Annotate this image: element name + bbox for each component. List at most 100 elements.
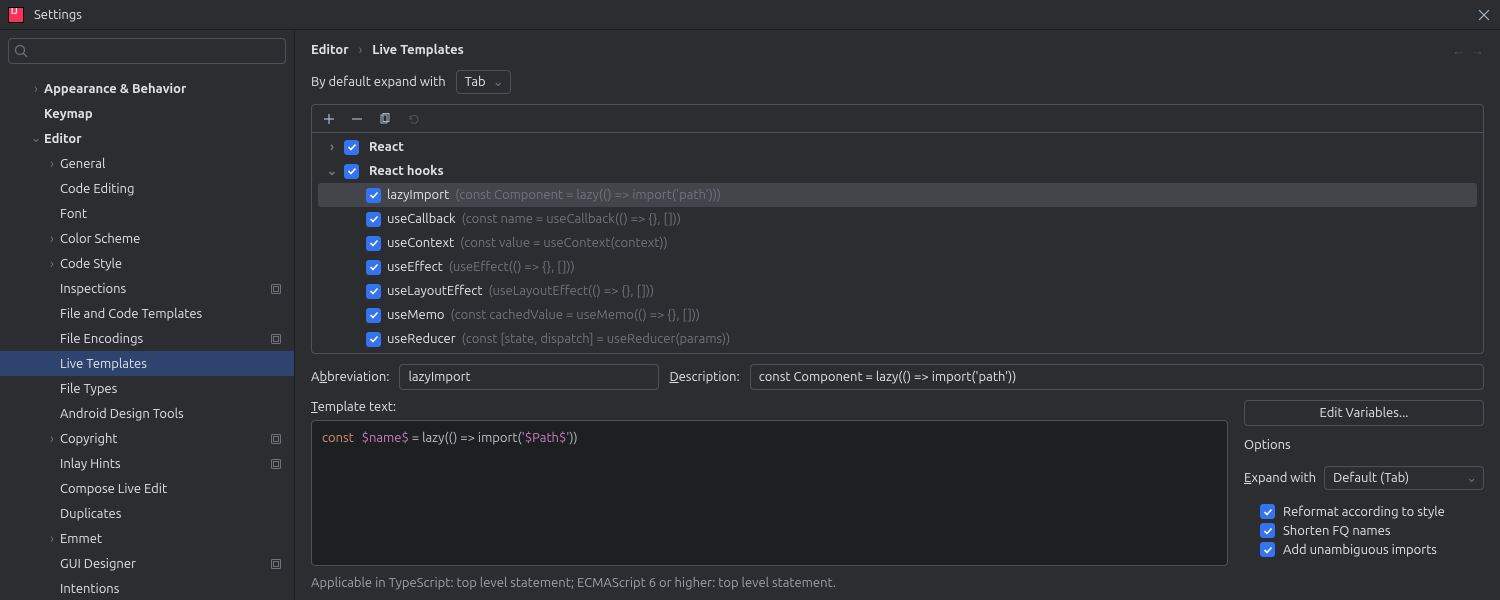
checkbox[interactable] bbox=[366, 308, 381, 323]
expand-with-option-select[interactable]: Default (Tab) ⌄ bbox=[1324, 466, 1484, 490]
sidebar-item-code-style[interactable]: ›Code Style bbox=[0, 251, 294, 276]
sidebar-item-file-and-code-templates[interactable]: File and Code Templates bbox=[0, 301, 294, 326]
checkbox[interactable] bbox=[366, 284, 381, 299]
sidebar-item-label: Duplicates bbox=[60, 507, 284, 521]
description-label: Description: bbox=[669, 370, 739, 384]
sidebar-item-android-design-tools[interactable]: Android Design Tools bbox=[0, 401, 294, 426]
copy-button[interactable] bbox=[374, 108, 396, 130]
sidebar-item-general[interactable]: ›General bbox=[0, 151, 294, 176]
settings-sidebar: ›Appearance & BehaviorKeymap⌄Editor›Gene… bbox=[0, 30, 295, 600]
sidebar-item-font[interactable]: Font bbox=[0, 201, 294, 226]
sidebar-item-inlay-hints[interactable]: Inlay Hints bbox=[0, 451, 294, 476]
checkbox[interactable] bbox=[366, 332, 381, 347]
sidebar-item-editor[interactable]: ⌄Editor bbox=[0, 126, 294, 151]
templates-toolbar bbox=[312, 105, 1483, 133]
template-item-uselayouteffect[interactable]: useLayoutEffect(useLayoutEffect(() => {}… bbox=[312, 279, 1483, 303]
add-button[interactable] bbox=[318, 108, 340, 130]
option-add-unambiguous-imports[interactable]: Add unambiguous imports bbox=[1244, 540, 1484, 559]
sidebar-item-label: Inlay Hints bbox=[60, 457, 268, 471]
chevron-down-icon: ⌄ bbox=[324, 164, 340, 179]
sidebar-item-keymap[interactable]: Keymap bbox=[0, 101, 294, 126]
chevron-right-icon: › bbox=[44, 532, 60, 546]
checkbox[interactable] bbox=[1260, 542, 1275, 557]
settings-tree[interactable]: ›Appearance & BehaviorKeymap⌄Editor›Gene… bbox=[0, 72, 294, 600]
abbreviation-input[interactable] bbox=[399, 364, 659, 390]
checkbox[interactable] bbox=[1260, 504, 1275, 519]
project-level-icon bbox=[268, 333, 284, 345]
project-level-icon bbox=[268, 283, 284, 295]
expand-with-label: By default expand with bbox=[311, 75, 446, 89]
template-group-react[interactable]: › React bbox=[312, 135, 1483, 159]
chevron-down-icon: ⌄ bbox=[1466, 471, 1477, 486]
template-item-useeffect[interactable]: useEffect(useEffect(() => {}, [])) bbox=[312, 255, 1483, 279]
options-list: Reformat according to style Shorten FQ na… bbox=[1244, 502, 1484, 559]
nav-back-icon[interactable]: ← bbox=[1452, 43, 1465, 58]
sidebar-item-label: Copyright bbox=[60, 432, 268, 446]
sidebar-item-label: File Encodings bbox=[60, 332, 268, 346]
checkbox[interactable] bbox=[1260, 523, 1275, 538]
chevron-right-icon: › bbox=[359, 43, 363, 57]
copy-icon bbox=[379, 113, 391, 125]
option-label: Shorten FQ names bbox=[1283, 524, 1390, 538]
template-group-react-hooks[interactable]: ⌄React hooks bbox=[312, 159, 1483, 183]
sidebar-item-file-encodings[interactable]: File Encodings bbox=[0, 326, 294, 351]
chevron-down-icon: ⌄ bbox=[493, 75, 504, 90]
template-item-usecallback[interactable]: useCallback(const name = useCallback(() … bbox=[312, 207, 1483, 231]
checkbox[interactable] bbox=[344, 164, 359, 179]
chevron-right-icon: › bbox=[44, 157, 60, 171]
template-item-desc: (const name = useCallback(() => {}, [])) bbox=[462, 212, 681, 226]
template-item-desc: (const Component = lazy(() => import('pa… bbox=[455, 188, 721, 202]
sidebar-item-inspections[interactable]: Inspections bbox=[0, 276, 294, 301]
expand-with-select[interactable]: Tab ⌄ bbox=[456, 70, 511, 94]
sidebar-item-label: Live Templates bbox=[60, 357, 284, 371]
sidebar-item-intentions[interactable]: Intentions bbox=[0, 576, 294, 600]
sidebar-item-copyright[interactable]: ›Copyright bbox=[0, 426, 294, 451]
titlebar: Settings bbox=[0, 0, 1500, 30]
edit-variables-button[interactable]: Edit Variables... bbox=[1244, 400, 1484, 426]
sidebar-item-gui-designer[interactable]: GUI Designer bbox=[0, 551, 294, 576]
sidebar-item-emmet[interactable]: ›Emmet bbox=[0, 526, 294, 551]
sidebar-item-label: Inspections bbox=[60, 282, 268, 296]
sidebar-item-duplicates[interactable]: Duplicates bbox=[0, 501, 294, 526]
sidebar-item-appearance-behavior[interactable]: ›Appearance & Behavior bbox=[0, 76, 294, 101]
checkbox[interactable] bbox=[366, 212, 381, 227]
checkbox[interactable] bbox=[366, 260, 381, 275]
template-item-name: useMemo bbox=[387, 308, 445, 322]
sidebar-item-label: Android Design Tools bbox=[60, 407, 284, 421]
sidebar-item-color-scheme[interactable]: ›Color Scheme bbox=[0, 226, 294, 251]
options-title: Options bbox=[1244, 436, 1484, 454]
template-item-usememo[interactable]: useMemo(const cachedValue = useMemo(() =… bbox=[312, 303, 1483, 327]
sidebar-item-label: General bbox=[60, 157, 284, 171]
checkbox[interactable] bbox=[366, 236, 381, 251]
chevron-right-icon: › bbox=[324, 140, 340, 154]
search-input[interactable] bbox=[8, 38, 286, 64]
option-shorten-fq-names[interactable]: Shorten FQ names bbox=[1244, 521, 1484, 540]
expand-with-option-label: Expand with bbox=[1244, 471, 1316, 485]
checkbox[interactable] bbox=[366, 188, 381, 203]
option-reformat-according-to-style[interactable]: Reformat according to style bbox=[1244, 502, 1484, 521]
breadcrumb: Editor › Live Templates bbox=[311, 43, 464, 57]
breadcrumb-editor[interactable]: Editor bbox=[311, 43, 349, 57]
remove-button[interactable] bbox=[346, 108, 368, 130]
template-item-usecontext[interactable]: useContext(const value = useContext(cont… bbox=[312, 231, 1483, 255]
minus-icon bbox=[351, 113, 363, 125]
breadcrumb-live-templates: Live Templates bbox=[372, 43, 464, 57]
chevron-right-icon: › bbox=[44, 232, 60, 246]
sidebar-item-compose-live-edit[interactable]: Compose Live Edit bbox=[0, 476, 294, 501]
window-title: Settings bbox=[34, 8, 82, 22]
template-text-editor[interactable]: const $name$ = lazy(() => import('$Path$… bbox=[311, 420, 1228, 566]
template-item-usereducer[interactable]: useReducer(const [state, dispatch] = use… bbox=[312, 327, 1483, 351]
settings-search[interactable] bbox=[8, 38, 286, 64]
template-group-label: React bbox=[369, 140, 404, 154]
templates-tree[interactable]: › React ⌄React hookslazyImport(const Compo… bbox=[312, 133, 1483, 353]
template-item-useref[interactable]: useRef(const ref = useRef(initialValue)) bbox=[312, 351, 1483, 353]
nav-forward-icon[interactable]: → bbox=[1471, 43, 1484, 58]
sidebar-item-label: Emmet bbox=[60, 532, 284, 546]
sidebar-item-file-types[interactable]: File Types bbox=[0, 376, 294, 401]
template-item-lazyimport[interactable]: lazyImport(const Component = lazy(() => … bbox=[318, 183, 1477, 207]
sidebar-item-code-editing[interactable]: Code Editing bbox=[0, 176, 294, 201]
sidebar-item-live-templates[interactable]: Live Templates bbox=[0, 351, 294, 376]
checkbox[interactable] bbox=[344, 140, 359, 155]
description-input[interactable] bbox=[750, 364, 1484, 390]
close-button[interactable] bbox=[1476, 7, 1492, 23]
